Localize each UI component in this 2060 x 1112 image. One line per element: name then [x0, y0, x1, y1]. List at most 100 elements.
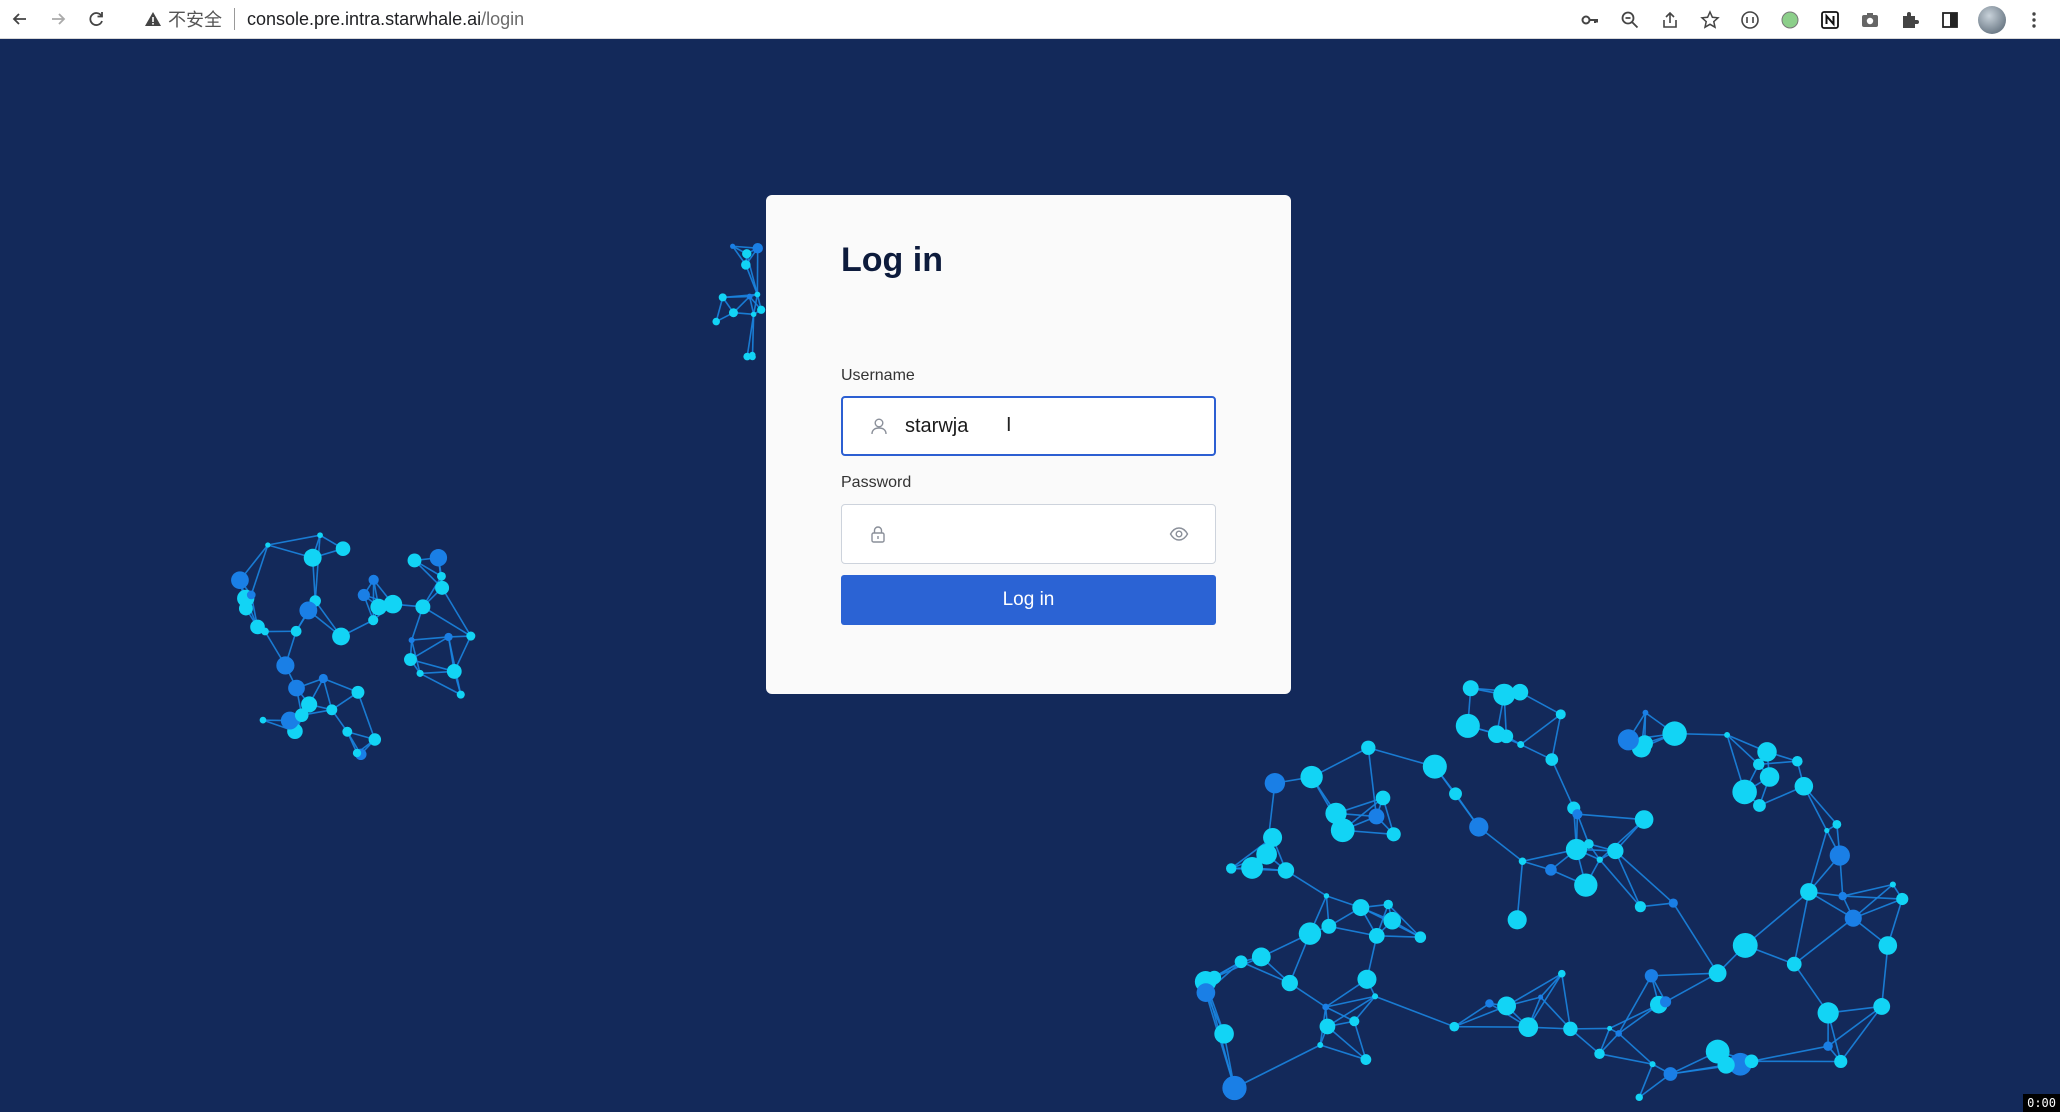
network-node [1222, 1075, 1247, 1101]
network-node [1323, 893, 1330, 899]
warning-icon [145, 12, 161, 26]
network-node [1361, 740, 1376, 755]
zoom-icon[interactable] [1618, 8, 1642, 32]
extension-icon[interactable] [1738, 8, 1762, 32]
address-divider [234, 8, 235, 30]
network-node [446, 664, 462, 679]
network-edge [1614, 850, 1674, 904]
network-node [1786, 956, 1802, 972]
sidebar-icon[interactable] [1938, 8, 1962, 32]
network-node [1832, 819, 1842, 829]
network-node [415, 599, 431, 615]
security-warning[interactable]: 不安全 [144, 6, 222, 32]
network-node [1615, 1030, 1622, 1037]
login-button[interactable]: Log in [841, 575, 1216, 625]
eye-icon[interactable] [1169, 524, 1189, 544]
notion-icon[interactable] [1818, 8, 1842, 32]
network-node [728, 308, 738, 318]
network-node [1635, 1093, 1643, 1102]
network-node [335, 541, 351, 557]
network-node [259, 716, 267, 724]
reload-icon[interactable] [78, 1, 114, 37]
network-node [407, 553, 422, 568]
network-node [231, 571, 249, 590]
network-node [456, 690, 465, 699]
network-node [303, 548, 322, 567]
network-node [749, 351, 756, 359]
network-node [1594, 1048, 1605, 1060]
network-node [1386, 827, 1401, 842]
network-node [754, 291, 761, 298]
network-node [301, 696, 318, 713]
network-node [1372, 993, 1379, 1000]
network-node [1873, 998, 1891, 1015]
network-node [1241, 857, 1264, 879]
star-icon[interactable] [1698, 8, 1722, 32]
username-input[interactable] [905, 414, 1155, 438]
network-edge [1520, 713, 1562, 746]
network-node [1518, 1017, 1539, 1037]
network-node [1668, 898, 1678, 908]
network-edge [1614, 850, 1642, 908]
extension-icon[interactable] [1778, 8, 1802, 32]
network-node [1214, 1024, 1234, 1044]
network-edge [1539, 973, 1563, 998]
network-node [1644, 969, 1659, 983]
network-node [1757, 742, 1777, 762]
network-node [750, 311, 757, 318]
network-node [1357, 969, 1377, 989]
network-node [1298, 922, 1322, 945]
network-node [1497, 996, 1517, 1016]
network-node [1555, 709, 1566, 720]
network-edge [1840, 1005, 1883, 1062]
back-arrow-icon[interactable] [2, 1, 38, 37]
network-node [1572, 809, 1583, 820]
network-node [250, 619, 265, 635]
key-icon[interactable] [1578, 8, 1602, 32]
network-edge [1793, 917, 1854, 965]
network-node [1234, 955, 1248, 969]
network-node [1596, 856, 1603, 863]
network-node [1251, 947, 1271, 967]
network-node [342, 726, 353, 737]
network-node [742, 249, 752, 259]
network-node [1829, 845, 1850, 866]
camera-icon[interactable] [1858, 8, 1882, 32]
password-input[interactable] [904, 522, 1154, 546]
network-node [1824, 827, 1830, 834]
network-node [1717, 1056, 1735, 1074]
network-node [332, 627, 350, 646]
browser-toolbar: 不安全 console.pre.intra.starwhale.ai /logi… [0, 0, 2060, 39]
puzzle-icon[interactable] [1898, 8, 1922, 32]
share-icon[interactable] [1658, 8, 1682, 32]
address-bar[interactable]: 不安全 console.pre.intra.starwhale.ai /logi… [144, 4, 524, 34]
network-node [1511, 683, 1529, 701]
network-node [368, 615, 379, 626]
network-node [1896, 892, 1909, 906]
forward-arrow-icon[interactable] [40, 1, 76, 37]
network-node [1368, 928, 1385, 944]
network-node [1469, 817, 1489, 837]
network-node [1563, 1021, 1578, 1037]
network-edge [1599, 859, 1642, 908]
network-edge [1751, 1045, 1829, 1063]
network-edge [1551, 714, 1562, 760]
network-edge [1651, 972, 1718, 977]
login-title: Log in [841, 241, 943, 279]
security-label: 不安全 [168, 10, 222, 30]
avatar[interactable] [1978, 5, 2006, 34]
network-edge [1672, 902, 1719, 974]
network-node [1317, 1042, 1324, 1048]
username-field[interactable]: I [841, 396, 1216, 456]
network-node [1507, 910, 1527, 930]
password-field[interactable] [841, 504, 1216, 564]
network-node [1319, 1018, 1336, 1035]
network-node [429, 549, 448, 567]
login-card: Log in Username I Password Log in [766, 195, 1291, 694]
network-edge [1506, 973, 1563, 1007]
network-node [357, 588, 370, 602]
network-node [1517, 740, 1525, 748]
network-node [1449, 1021, 1460, 1032]
more-icon[interactable] [2022, 8, 2046, 32]
network-node [317, 532, 323, 539]
